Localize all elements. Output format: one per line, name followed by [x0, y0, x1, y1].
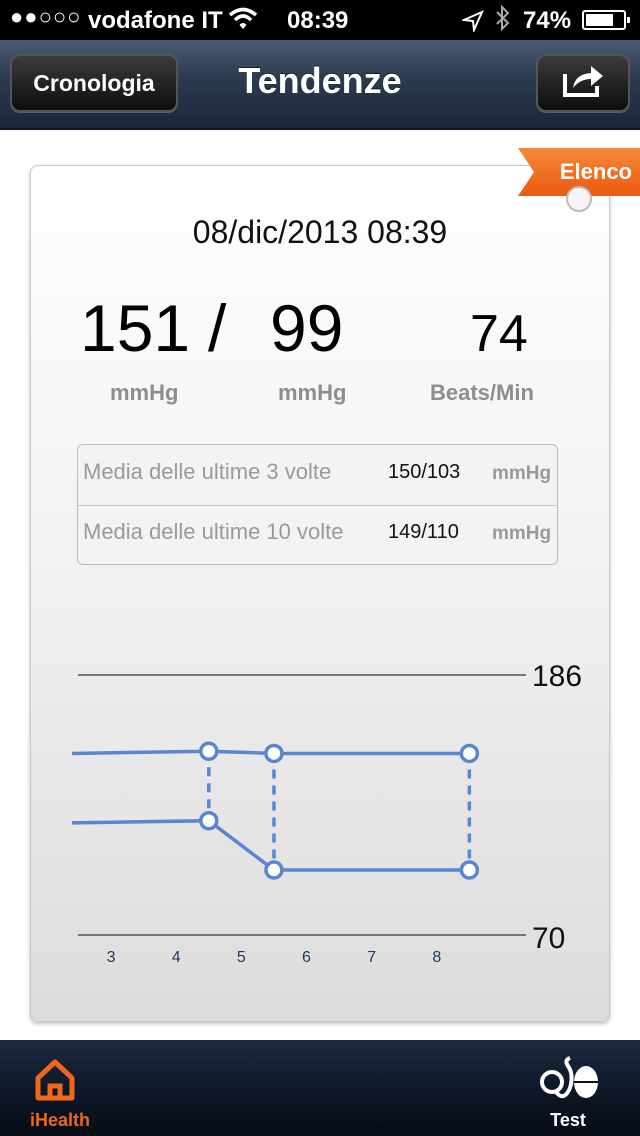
tab-test[interactable]: Test — [508, 1040, 628, 1136]
data-point — [199, 741, 219, 761]
tab-ihealth[interactable]: iHealth — [0, 1040, 120, 1136]
tab-bar: iHealth Test — [0, 1040, 640, 1136]
y-max-label: 186 — [532, 660, 582, 693]
tab-label: Test — [550, 1110, 586, 1130]
trend-chart: 186 70 3 4 5 6 7 8 — [71, 660, 582, 966]
x-tick-label: 6 — [302, 949, 311, 966]
blood-pressure-monitor-icon — [508, 1054, 628, 1102]
x-tick-label: 5 — [237, 949, 246, 966]
x-tick-label: 7 — [367, 949, 376, 966]
x-tick-label: 3 — [107, 949, 116, 966]
data-point — [459, 743, 480, 764]
data-point — [459, 860, 480, 880]
home-icon — [0, 1054, 120, 1102]
x-tick-label: 8 — [432, 949, 441, 966]
data-point — [264, 743, 284, 764]
tab-label: iHealth — [29, 1110, 90, 1130]
data-point — [264, 860, 284, 880]
data-point — [199, 810, 219, 831]
x-tick-label: 4 — [172, 949, 181, 966]
y-min-label: 70 — [532, 922, 565, 955]
